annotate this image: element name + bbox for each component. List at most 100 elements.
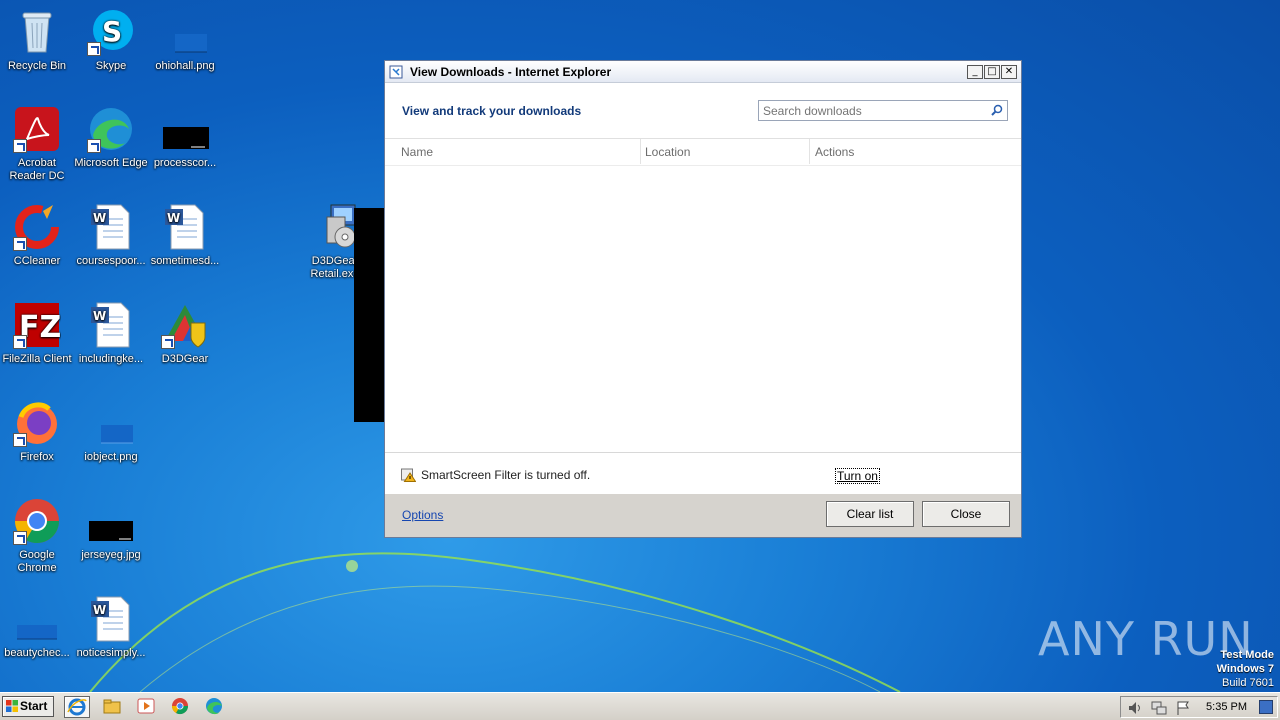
desktop-icon-label: FileZilla Client (2, 353, 72, 365)
desktop-icon-label: includingke... (78, 353, 144, 365)
column-header-actions[interactable]: Actions (815, 145, 854, 159)
edge-icon (87, 105, 135, 153)
windows-version-line: Windows 7 (1216, 663, 1274, 675)
column-header-location[interactable]: Location (645, 145, 690, 159)
desktop-icon-label: Acrobat Reader DC (9, 157, 65, 182)
window-footer: Options Clear list Close (385, 494, 1021, 537)
column-headers: Name Location Actions (385, 139, 1021, 166)
ccleaner-icon (13, 203, 61, 251)
options-link[interactable]: Options (402, 508, 443, 522)
windows-flag-icon (6, 700, 18, 712)
image-file-icon (161, 105, 209, 153)
window-titlebar[interactable]: View Downloads - Internet Explorer _ □ ✕ (385, 61, 1021, 83)
black-artifact-panel (354, 208, 384, 422)
desktop-icon-processcor[interactable]: processcor... (148, 105, 222, 170)
desktop-icon-acrobat[interactable]: Acrobat Reader DC (0, 105, 74, 183)
close-button[interactable]: Close (922, 501, 1010, 527)
taskbar-clock[interactable]: 5:35 PM (1206, 701, 1247, 713)
word-document-icon: W (161, 203, 209, 251)
desktop-icon-edge[interactable]: Microsoft Edge (74, 105, 148, 170)
desktop-icon-jerseyeg[interactable]: jerseyeg.jpg (74, 497, 148, 562)
chrome-icon (171, 698, 189, 715)
word-document-icon: W (87, 203, 135, 251)
desktop-icon-label: ohiohall.png (155, 60, 215, 72)
desktop-icon-label: Google Chrome (17, 549, 57, 574)
desktop-icon-coursespoor[interactable]: W coursespoor... (74, 203, 148, 268)
turn-on-link[interactable]: Turn on (835, 468, 880, 484)
desktop-icon-chrome[interactable]: Google Chrome (0, 497, 74, 575)
network-icon[interactable] (1151, 700, 1167, 716)
clear-list-button[interactable]: Clear list (826, 501, 914, 527)
desktop-icon-d3dgear[interactable]: D3DGear (148, 301, 222, 366)
taskbar-media-player[interactable] (134, 696, 160, 718)
window-title: View Downloads - Internet Explorer (410, 64, 612, 79)
installer-icon (311, 203, 359, 251)
desktop-icon-label: coursespoor... (76, 255, 146, 267)
desktop-icon-beautychec[interactable]: beautychec... (0, 595, 74, 660)
image-file-icon (161, 8, 209, 56)
desktop-icon-recycle-bin[interactable]: Recycle Bin (0, 8, 74, 73)
smartscreen-warning-icon (401, 468, 416, 482)
desktop-icon-skype[interactable]: S Skype (74, 8, 148, 73)
minimize-button[interactable]: _ (967, 64, 983, 79)
start-button[interactable]: Start (2, 696, 54, 717)
desktop-icon-firefox[interactable]: Firefox (0, 399, 74, 464)
volume-icon[interactable] (1127, 700, 1143, 716)
shortcut-arrow-icon (13, 237, 27, 251)
smartscreen-status-text: SmartScreen Filter is turned off. (421, 468, 591, 482)
desktop-icon-label: iobject.png (84, 451, 138, 463)
search-icon[interactable] (991, 104, 1003, 116)
downloads-window-icon (389, 65, 403, 78)
image-file-icon (13, 595, 61, 643)
recycle-bin-icon (13, 8, 61, 56)
acrobat-reader-icon (13, 105, 61, 153)
desktop-icon-label: beautychec... (4, 647, 70, 659)
desktop-icon-label: Microsoft Edge (74, 157, 148, 169)
smartscreen-bar: SmartScreen Filter is turned off. Turn o… (385, 452, 1021, 497)
svg-text:W: W (93, 211, 106, 225)
shortcut-arrow-icon (161, 335, 175, 349)
svg-text:W: W (93, 309, 106, 323)
svg-text:W: W (93, 603, 106, 617)
column-divider[interactable] (640, 139, 641, 164)
taskbar: Start 5:35 PM (0, 692, 1280, 720)
shortcut-arrow-icon (87, 42, 101, 56)
desktop-icon-ohiohall[interactable]: ohiohall.png (148, 8, 222, 73)
desktop-icon-includingke[interactable]: W includingke... (74, 301, 148, 366)
firefox-icon (13, 399, 61, 447)
taskbar-internet-explorer[interactable] (64, 696, 90, 718)
taskbar-edge[interactable] (202, 696, 228, 718)
column-header-name[interactable]: Name (401, 145, 433, 159)
filezilla-icon: FZ (13, 301, 61, 349)
system-tray: 5:35 PM (1120, 696, 1278, 718)
taskbar-chrome[interactable] (168, 696, 194, 718)
search-input[interactable] (759, 101, 987, 120)
column-divider[interactable] (809, 139, 810, 164)
chrome-icon (13, 497, 61, 545)
desktop-icon-filezilla[interactable]: FZ FileZilla Client (0, 301, 74, 366)
action-center-flag-icon[interactable] (1175, 700, 1191, 716)
image-file-icon (87, 497, 135, 545)
downloads-list (385, 166, 1021, 452)
test-mode-line: Test Mode (1220, 649, 1274, 661)
desktop-icon-iobject[interactable]: iobject.png (74, 399, 148, 464)
edge-icon (206, 698, 222, 715)
desktop-icon-noticesimply[interactable]: W noticesimply... (74, 595, 148, 660)
word-document-icon: W (87, 301, 135, 349)
explorer-folder-icon (103, 699, 121, 714)
internet-explorer-icon (67, 698, 87, 716)
view-downloads-window[interactable]: View Downloads - Internet Explorer _ □ ✕… (384, 60, 1022, 538)
shortcut-arrow-icon (87, 139, 101, 153)
shortcut-arrow-icon (13, 335, 27, 349)
svg-text:S: S (102, 15, 122, 48)
downloads-heading: View and track your downloads (402, 104, 582, 118)
svg-text:W: W (167, 211, 180, 225)
word-document-icon: W (87, 595, 135, 643)
desktop-icon-sometimesd[interactable]: W sometimesd... (148, 203, 222, 268)
show-desktop-button[interactable] (1259, 700, 1273, 714)
maximize-button[interactable]: □ (984, 64, 1000, 79)
desktop-icon-ccleaner[interactable]: CCleaner (0, 203, 74, 268)
close-window-button[interactable]: ✕ (1001, 64, 1017, 79)
search-box[interactable] (758, 100, 1008, 121)
taskbar-explorer[interactable] (100, 696, 126, 718)
